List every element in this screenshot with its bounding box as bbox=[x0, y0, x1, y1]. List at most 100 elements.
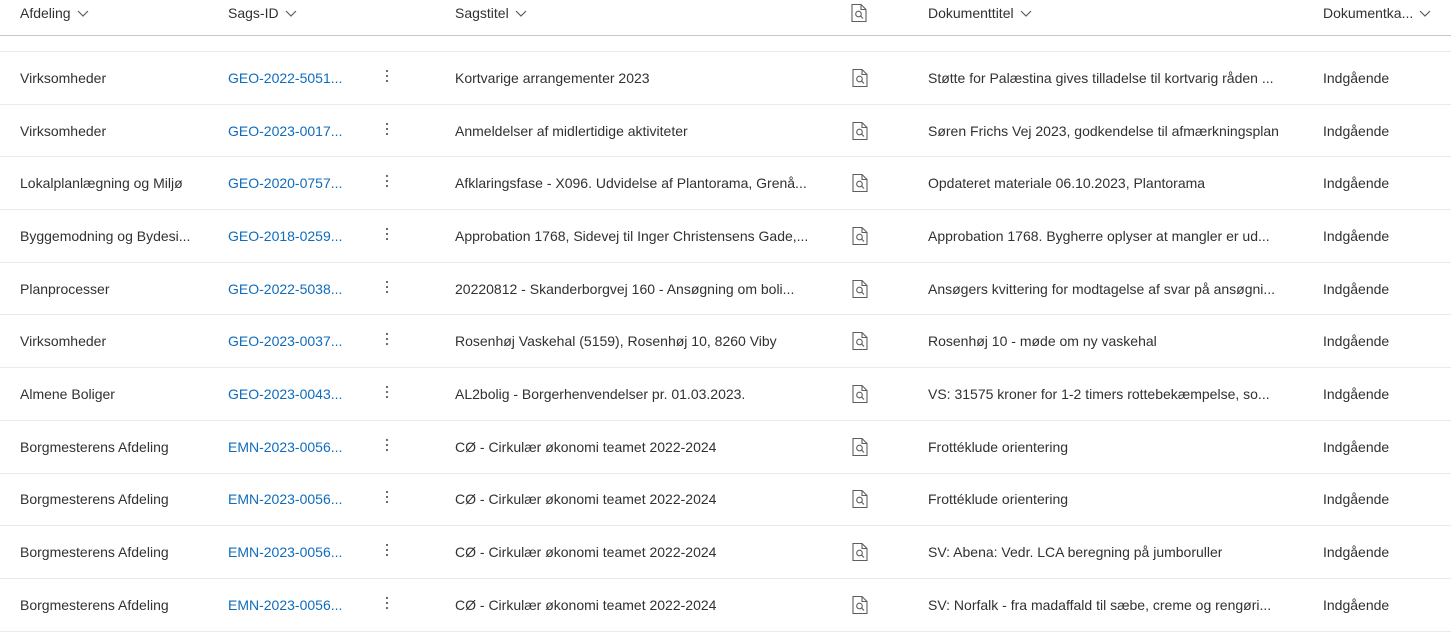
dokumenttitel-text: SV: Norfalk - fra madaffald til sæbe, cr… bbox=[928, 596, 1272, 613]
dokumentkategori-text: Indgående bbox=[1323, 280, 1390, 297]
dokumentkategori-text: Indgående bbox=[1323, 385, 1390, 402]
cell-sags-id[interactable]: EMN-2023-0056... bbox=[228, 421, 350, 473]
column-header-dokumenttitel[interactable]: Dokumenttitel bbox=[928, 0, 1033, 26]
cell-dokumentkategori: Indgående bbox=[1323, 210, 1443, 262]
more-actions-button[interactable] bbox=[378, 263, 396, 315]
more-actions-button[interactable] bbox=[378, 474, 396, 526]
sagstitel-text: 20220812 - Skanderborgvej 160 - Ansøgnin… bbox=[455, 280, 795, 297]
afdeling-text: Borgmesterens Afdeling bbox=[20, 596, 169, 613]
table-row[interactable]: Borgmesterens Afdeling EMN-2023-0056... … bbox=[0, 421, 1451, 474]
cell-sags-id[interactable]: GEO-2022-5051... bbox=[228, 52, 350, 104]
cell-sags-id[interactable]: GEO-2023-0037... bbox=[228, 315, 350, 367]
more-actions-button[interactable] bbox=[378, 368, 396, 420]
sags-id-link[interactable]: EMN-2023-0056... bbox=[228, 439, 342, 455]
more-actions-button[interactable] bbox=[378, 421, 396, 473]
sagstitel-text: Kortvarige arrangementer 2023 bbox=[455, 69, 650, 86]
afdeling-text: Almene Boliger bbox=[20, 385, 115, 402]
cell-sags-id[interactable]: GEO-2023-0043... bbox=[228, 368, 350, 420]
cell-dokumenttitel: Støtte for Palæstina gives tilladelse ti… bbox=[928, 52, 1298, 104]
more-actions-button[interactable] bbox=[378, 52, 396, 104]
cell-sags-id[interactable]: EMN-2023-0056... bbox=[228, 526, 350, 578]
cell-sags-id[interactable]: GEO-2022-5038... bbox=[228, 263, 350, 315]
sags-id-link[interactable]: GEO-2022-5038... bbox=[228, 281, 342, 297]
sagstitel-text: AL2bolig - Borgerhenvendelser pr. 01.03.… bbox=[455, 385, 746, 402]
preview-document-button[interactable] bbox=[849, 263, 871, 315]
dokumenttitel-text: Frottéklude orientering bbox=[928, 491, 1069, 508]
more-vertical-icon bbox=[385, 174, 389, 192]
document-search-icon bbox=[851, 542, 869, 562]
more-vertical-icon bbox=[385, 122, 389, 140]
cell-dokumentkategori: Indgående bbox=[1323, 263, 1443, 315]
table-row[interactable]: Byggemodning og Bydesi... GEO-2018-0259.… bbox=[0, 210, 1451, 263]
preview-document-button[interactable] bbox=[849, 474, 871, 526]
cell-sags-id[interactable]: EMN-2023-0056... bbox=[228, 579, 350, 631]
cell-sagstitel: Kortvarige arrangementer 2023 bbox=[455, 52, 827, 104]
column-header-afdeling-label: Afdeling bbox=[20, 5, 71, 21]
more-actions-button[interactable] bbox=[378, 526, 396, 578]
preview-document-button[interactable] bbox=[849, 157, 871, 209]
document-search-icon bbox=[851, 279, 869, 299]
cell-sags-id[interactable]: GEO-2023-0017... bbox=[228, 105, 350, 157]
table-row[interactable]: Borgmesterens Afdeling EMN-2023-0056... … bbox=[0, 474, 1451, 527]
document-search-icon bbox=[851, 437, 869, 457]
cell-dokumenttitel: Opdateret materiale 06.10.2023, Plantora… bbox=[928, 157, 1298, 209]
table-row[interactable]: Virksomheder GEO-2023-0017... Anmeldelse… bbox=[0, 105, 1451, 158]
sags-id-link[interactable]: GEO-2020-0757... bbox=[228, 175, 342, 191]
preview-document-button[interactable] bbox=[849, 526, 871, 578]
cell-afdeling: Virksomheder bbox=[20, 52, 212, 104]
cell-dokumenttitel: Ansøgers kvittering for modtagelse af sv… bbox=[928, 263, 1298, 315]
cell-dokumenttitel: VS: 31575 kroner for 1-2 timers rottebek… bbox=[928, 368, 1298, 420]
sags-id-link[interactable]: GEO-2022-5051... bbox=[228, 70, 342, 86]
cell-dokumentkategori: Indgående bbox=[1323, 105, 1443, 157]
table-row[interactable]: Virksomheder GEO-2023-0037... Rosenhøj V… bbox=[0, 315, 1451, 369]
cell-sagstitel: Rosenhøj Vaskehal (5159), Rosenhøj 10, 8… bbox=[455, 315, 827, 367]
preview-document-button[interactable] bbox=[849, 210, 871, 262]
document-search-icon bbox=[851, 331, 869, 351]
table-row[interactable]: Virksomheder GEO-2022-5051... Kortvarige… bbox=[0, 52, 1451, 105]
preview-document-button[interactable] bbox=[849, 421, 871, 473]
sags-id-link[interactable]: EMN-2023-0056... bbox=[228, 491, 342, 507]
more-actions-button[interactable] bbox=[378, 315, 396, 367]
sags-id-link[interactable]: GEO-2023-0037... bbox=[228, 333, 342, 349]
dokumentkategori-text: Indgående bbox=[1323, 175, 1390, 192]
cell-sags-id[interactable]: EMN-2023-0056... bbox=[228, 474, 350, 526]
cell-dokumenttitel: Frottéklude orientering bbox=[928, 421, 1298, 473]
dokumenttitel-text: Støtte for Palæstina gives tilladelse ti… bbox=[928, 69, 1274, 86]
column-header-preview[interactable] bbox=[850, 0, 868, 26]
cell-sags-id[interactable]: GEO-2018-0259... bbox=[228, 210, 350, 262]
column-header-sagstitel[interactable]: Sagstitel bbox=[455, 0, 528, 26]
more-vertical-icon bbox=[385, 438, 389, 456]
preview-document-button[interactable] bbox=[849, 315, 871, 367]
more-actions-button[interactable] bbox=[378, 157, 396, 209]
preview-document-button[interactable] bbox=[849, 368, 871, 420]
table-row[interactable]: Borgmesterens Afdeling EMN-2023-0056... … bbox=[0, 579, 1451, 632]
more-actions-button[interactable] bbox=[378, 579, 396, 631]
cell-sags-id[interactable]: GEO-2020-0757... bbox=[228, 157, 350, 209]
sags-id-link[interactable]: GEO-2023-0043... bbox=[228, 386, 342, 402]
cell-sagstitel: AL2bolig - Borgerhenvendelser pr. 01.03.… bbox=[455, 368, 827, 420]
sags-id-link[interactable]: GEO-2018-0259... bbox=[228, 228, 342, 244]
table-row[interactable]: Almene Boliger GEO-2023-0043... AL2bolig… bbox=[0, 368, 1451, 421]
preview-document-button[interactable] bbox=[849, 52, 871, 104]
dokumenttitel-text: Rosenhøj 10 - møde om ny vaskehal bbox=[928, 333, 1157, 350]
sags-id-link[interactable]: EMN-2023-0056... bbox=[228, 544, 342, 560]
table-row[interactable]: Borgmesterens Afdeling EMN-2023-0056... … bbox=[0, 526, 1451, 579]
sagstitel-text: CØ - Cirkulær økonomi teamet 2022-2024 bbox=[455, 596, 717, 613]
cell-sagstitel: CØ - Cirkulær økonomi teamet 2022-2024 bbox=[455, 526, 827, 578]
sags-id-link[interactable]: GEO-2023-0017... bbox=[228, 123, 342, 139]
more-actions-button[interactable] bbox=[378, 105, 396, 157]
afdeling-text: Virksomheder bbox=[20, 333, 107, 350]
more-actions-button[interactable] bbox=[378, 210, 396, 262]
table-row[interactable]: Planprocesser GEO-2022-5038... 20220812 … bbox=[0, 263, 1451, 316]
column-header-dokumentkategori[interactable]: Dokumentka... bbox=[1323, 0, 1432, 26]
cell-dokumentkategori: Indgående bbox=[1323, 52, 1443, 104]
cell-dokumentkategori: Indgående bbox=[1323, 474, 1443, 526]
column-header-afdeling[interactable]: Afdeling bbox=[20, 0, 90, 26]
table-row[interactable]: Lokalplanlægning og Miljø GEO-2020-0757.… bbox=[0, 157, 1451, 211]
preview-document-button[interactable] bbox=[849, 579, 871, 631]
preview-document-button[interactable] bbox=[849, 105, 871, 157]
column-header-sags-id[interactable]: Sags-ID bbox=[228, 0, 298, 26]
dokumentkategori-text: Indgående bbox=[1323, 544, 1390, 561]
sags-id-link[interactable]: EMN-2023-0056... bbox=[228, 597, 342, 613]
document-search-icon bbox=[851, 489, 869, 509]
